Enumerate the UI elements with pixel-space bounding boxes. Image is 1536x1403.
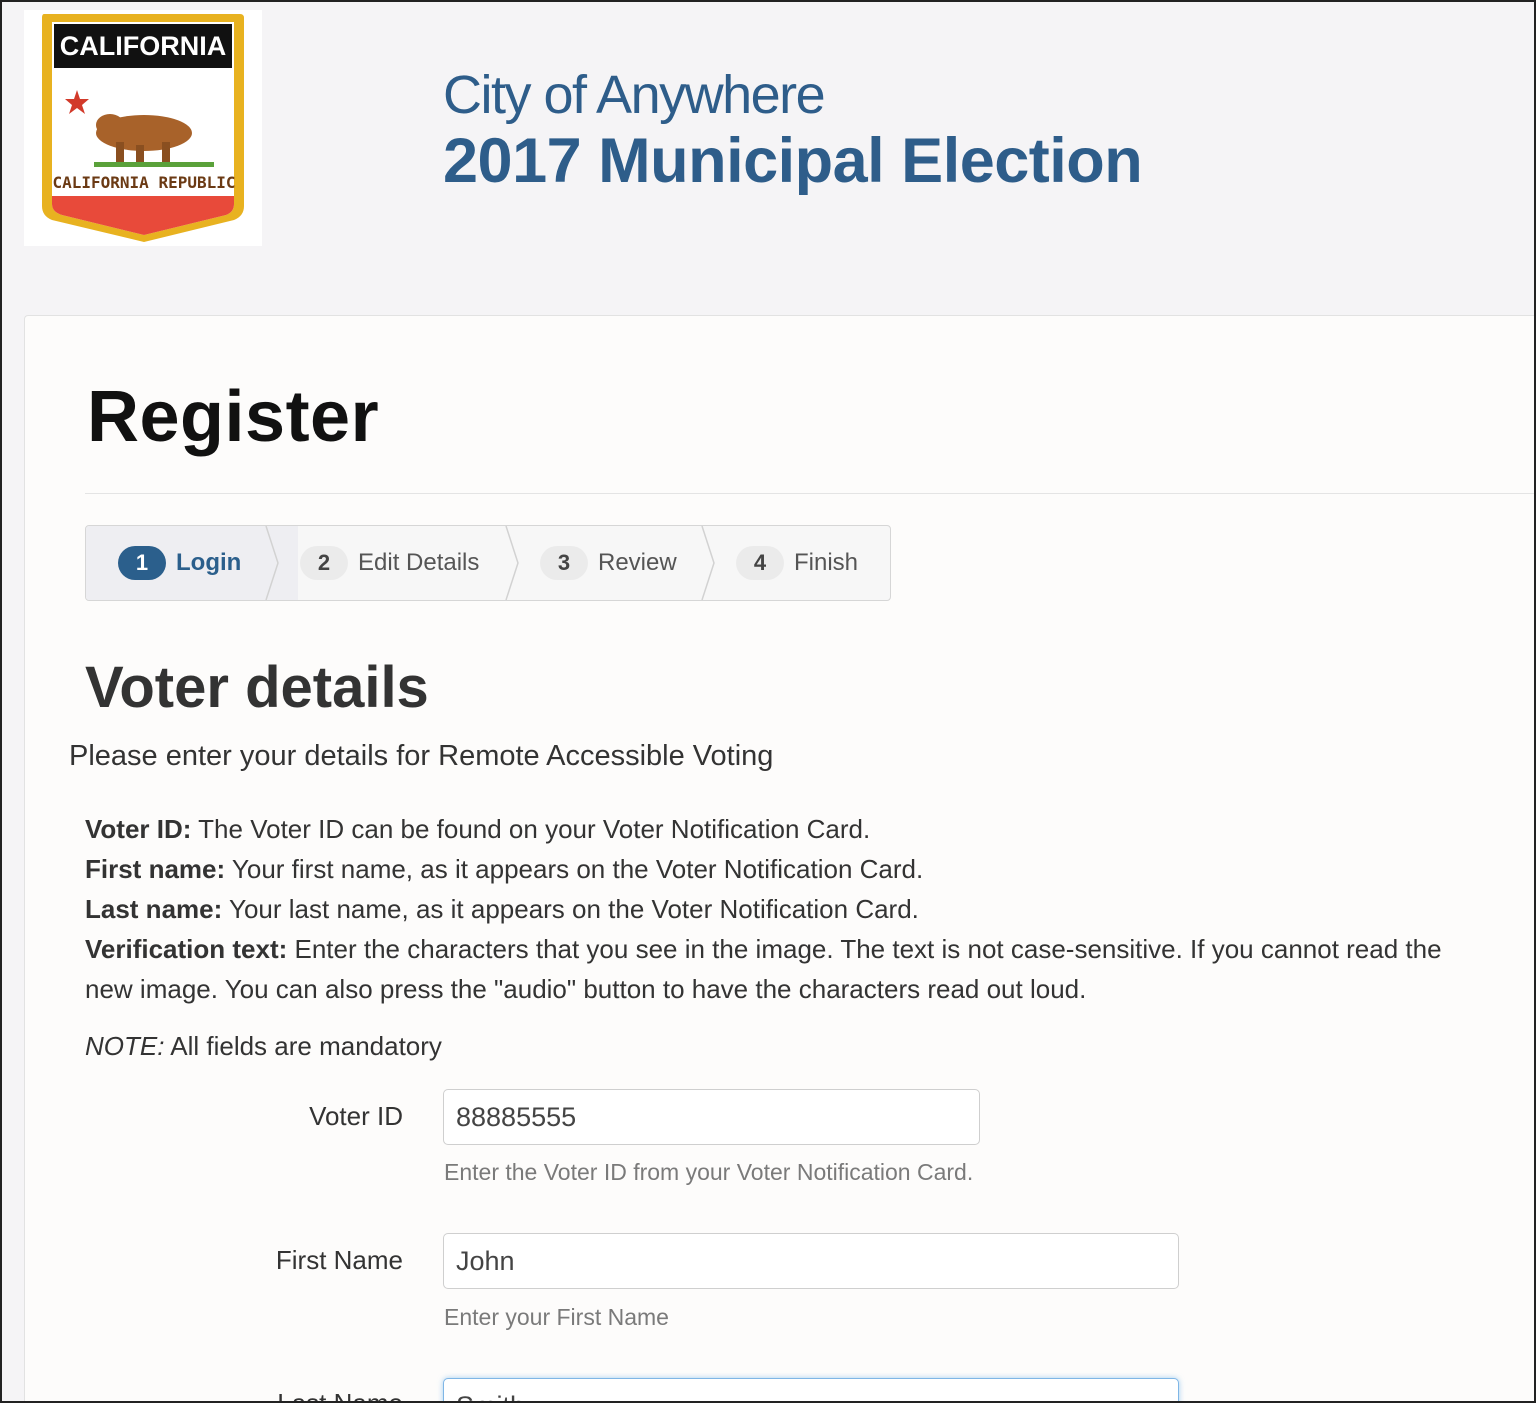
step-label: Review [598, 549, 677, 576]
last-name-input[interactable] [443, 1378, 1179, 1401]
election-title: 2017 Municipal Election [443, 126, 1143, 196]
wizard-step-review: 3 Review [540, 526, 710, 600]
logo-bottom-text: CALIFORNIA REPUBLIC [52, 173, 235, 192]
help-last-name: Last name: Your last name, as it appears… [85, 894, 919, 924]
last-name-label: Last Name [277, 1388, 403, 1403]
step-separator-icon [505, 526, 519, 600]
title-divider [85, 493, 1534, 494]
page-title: Register [87, 377, 380, 457]
step-separator-icon [701, 526, 715, 600]
first-name-help: Enter your First Name [444, 1304, 669, 1330]
step-number: 4 [736, 546, 784, 580]
step-number: 2 [300, 546, 348, 580]
step-label: Login [176, 549, 242, 576]
main-panel: Register 1 Login 2 Edit Details 3 Review [24, 315, 1534, 1403]
help-verification: Verification text: Enter the characters … [85, 934, 1442, 964]
voter-id-label: Voter ID [309, 1101, 403, 1131]
logo-top-text: CALIFORNIA [60, 31, 226, 61]
help-verification-cont: new image. You can also press the "audio… [85, 974, 1087, 1004]
wizard-step-edit-details: 2 Edit Details [300, 526, 500, 600]
first-name-label: First Name [275, 1245, 403, 1275]
step-number: 3 [540, 546, 588, 580]
wizard-step-finish: 4 Finish [736, 526, 886, 600]
section-title: Voter details [85, 655, 429, 720]
step-label: Edit Details [358, 549, 480, 576]
first-name-input[interactable] [443, 1233, 1179, 1289]
help-first-name: First name: Your first name, as it appea… [85, 854, 924, 884]
field-help-list: Voter ID: The Voter ID can be found on y… [85, 809, 1534, 1009]
note-text: All fields are mandatory [164, 1031, 442, 1061]
help-voter-id: Voter ID: The Voter ID can be found on y… [85, 814, 871, 844]
section-intro: Please enter your details for Remote Acc… [69, 740, 774, 772]
voter-id-input[interactable] [443, 1089, 980, 1145]
mandatory-note: NOTE: All fields are mandatory [85, 1031, 442, 1062]
wizard-steps: 1 Login 2 Edit Details 3 Review 4 Finish [85, 525, 891, 601]
voter-id-help: Enter the Voter ID from your Voter Notif… [444, 1159, 974, 1185]
step-separator-icon [264, 526, 279, 600]
city-name: City of Anywhere [443, 65, 826, 125]
california-shield-icon: CALIFORNIA CALIFORNIA REPUBLIC [42, 14, 244, 242]
browser-frame: CALIFORNIA CALIFORNIA REPUBLIC City of A… [0, 0, 1536, 1403]
site-brand: City of Anywhere 2017 Municipal Election [443, 64, 1143, 196]
step-number: 1 [118, 546, 166, 580]
city-logo: CALIFORNIA CALIFORNIA REPUBLIC [24, 10, 262, 246]
note-label: NOTE: [85, 1031, 165, 1061]
step-label: Finish [794, 549, 859, 576]
